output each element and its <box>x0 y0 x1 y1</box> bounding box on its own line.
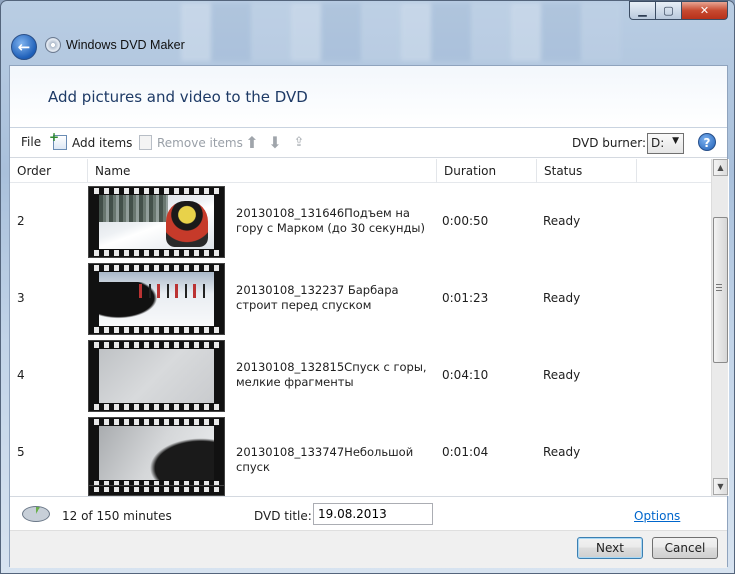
dvd-burner-label: DVD burner: <box>572 136 646 150</box>
table-row[interactable]: 2 20130108_131646Подъем на гору с Марком… <box>10 184 711 261</box>
video-thumbnail <box>88 340 225 412</box>
dvd-burner-select[interactable]: D: ▼ <box>647 133 684 154</box>
column-name[interactable]: Name <box>88 159 437 183</box>
add-items-button[interactable]: Add items <box>49 130 133 150</box>
remove-items-icon <box>139 135 152 150</box>
scroll-down-icon[interactable]: ▼ <box>713 478 728 495</box>
scroll-up-icon[interactable]: ▲ <box>713 159 728 176</box>
row-name: 20130108_132815Спуск с горы, мелкие фраг… <box>236 360 427 389</box>
minutes-used: 12 of 150 minutes <box>62 509 172 523</box>
vertical-scrollbar[interactable]: ▲ ▼ <box>711 159 728 496</box>
main-content: Add pictures and video to the DVD File A… <box>9 65 729 568</box>
row-order: 2 <box>17 214 25 228</box>
page-header: Add pictures and video to the DVD <box>10 66 727 128</box>
back-arrow-icon: ← <box>17 38 31 56</box>
column-headers: Order Name Duration Status <box>10 159 711 183</box>
table-row[interactable]: 3 20130108_132237 Барбара строит перед с… <box>10 261 711 338</box>
minimize-button[interactable]: ▁ <box>629 1 656 20</box>
row-duration: 0:01:23 <box>442 291 489 305</box>
close-button[interactable]: ✕ <box>682 1 728 20</box>
add-items-icon <box>49 130 67 150</box>
add-items-label: Add items <box>72 135 133 150</box>
row-order: 4 <box>17 368 25 382</box>
video-thumbnail <box>88 417 225 489</box>
remove-items-label: Remove items <box>157 135 243 150</box>
video-thumbnail <box>88 263 225 335</box>
remove-items-button[interactable]: Remove items <box>139 135 243 150</box>
row-status: Ready <box>543 214 581 228</box>
dvd-title-input[interactable] <box>313 503 433 525</box>
row-order: 5 <box>17 445 25 459</box>
video-thumbnail-partial <box>88 485 225 496</box>
file-menu[interactable]: File <box>21 135 41 149</box>
disc-usage-icon <box>22 506 50 522</box>
caption-buttons: ▁ ▢ ✕ <box>629 1 728 20</box>
toolbar: File Add items Remove items ⬆ ⬇ ⇪ DVD bu… <box>10 128 727 158</box>
row-duration: 0:00:50 <box>442 214 489 228</box>
row-name: 20130108_132237 Барбара строит перед спу… <box>236 283 399 312</box>
button-bar: Next Cancel <box>10 530 727 568</box>
column-order[interactable]: Order <box>10 159 88 183</box>
row-status: Ready <box>543 291 581 305</box>
table-row[interactable]: 5 20130108_133747Небольшой спуск 0:01:04… <box>10 415 711 492</box>
dvd-app-icon <box>45 37 61 53</box>
move-down-icon[interactable]: ⬇ <box>267 135 283 151</box>
row-duration: 0:01:04 <box>442 445 489 459</box>
cancel-button[interactable]: Cancel <box>652 537 718 559</box>
dvd-burner-value: D: <box>651 136 665 150</box>
row-name: 20130108_131646Подъем на гору с Марком (… <box>236 206 426 235</box>
help-icon[interactable]: ? <box>698 133 716 151</box>
footer-bar: 12 of 150 minutes DVD title: Options <box>10 496 727 530</box>
row-name: 20130108_133747Небольшой спуск <box>236 445 414 474</box>
options-link[interactable]: Options <box>634 509 680 523</box>
dvd-maker-window: ▁ ▢ ✕ ← Windows DVD Maker Add pictures a… <box>0 0 735 574</box>
column-duration[interactable]: Duration <box>437 159 537 183</box>
next-button[interactable]: Next <box>577 537 643 559</box>
move-up-icon[interactable]: ⬆ <box>244 135 260 151</box>
maximize-button[interactable]: ▢ <box>656 1 682 20</box>
scroll-grip-icon <box>716 284 722 291</box>
column-status[interactable]: Status <box>537 159 637 183</box>
media-list: Order Name Duration Status 2 20130108_13… <box>10 159 729 496</box>
row-order: 3 <box>17 291 25 305</box>
row-duration: 0:04:10 <box>442 368 489 382</box>
chevron-down-icon: ▼ <box>672 136 679 146</box>
move-top-icon[interactable]: ⇪ <box>291 135 307 151</box>
background-blur <box>181 3 621 61</box>
back-button[interactable]: ← <box>11 34 37 60</box>
window-title: Windows DVD Maker <box>66 38 185 52</box>
dvd-title-label: DVD title: <box>254 509 312 523</box>
row-status: Ready <box>543 368 581 382</box>
row-status: Ready <box>543 445 581 459</box>
page-title: Add pictures and video to the DVD <box>48 88 308 106</box>
table-row[interactable]: 4 20130108_132815Спуск с горы, мелкие фр… <box>10 338 711 415</box>
video-thumbnail <box>88 186 225 258</box>
